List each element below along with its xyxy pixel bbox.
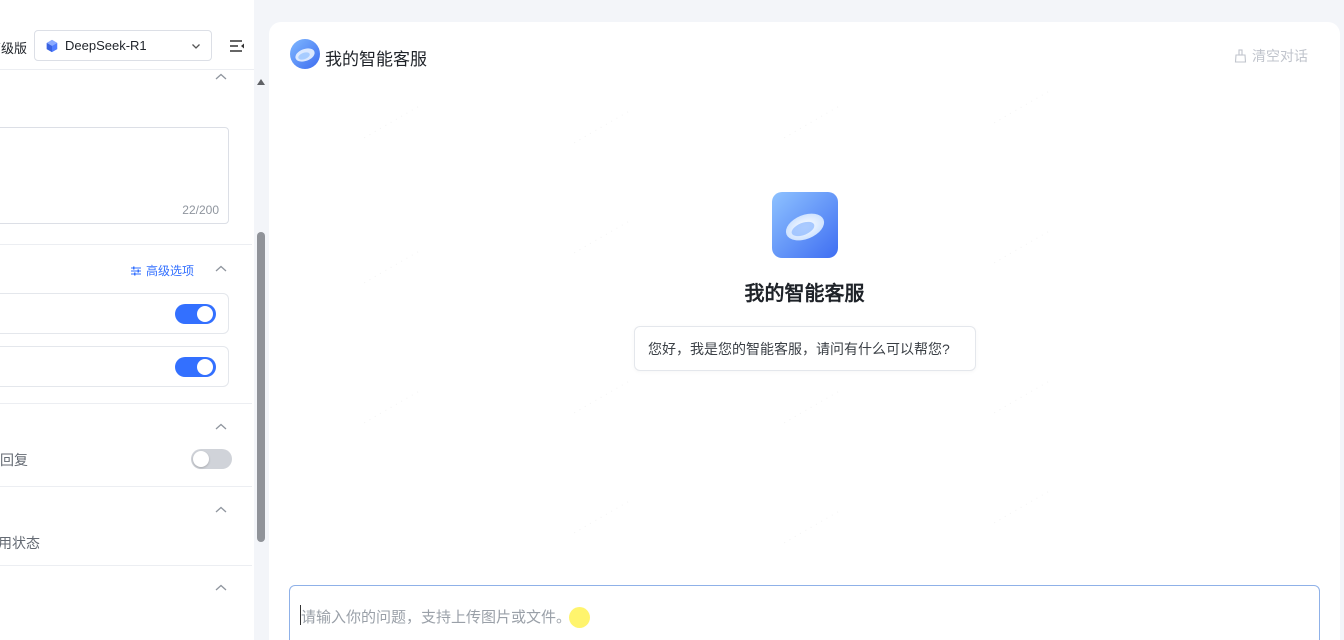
scrollbar-thumb[interactable] (257, 232, 265, 542)
chat-input[interactable]: 请输入你的问题，支持上传图片或文件。 (289, 585, 1320, 640)
collapse-section-icon[interactable] (214, 264, 228, 274)
chat-input-placeholder: 请输入你的问题，支持上传图片或文件。 (301, 609, 572, 626)
collapse-section-icon[interactable] (214, 505, 228, 515)
chat-title: 我的智能客服 (325, 50, 427, 69)
clear-chat-label: 清空对话 (1252, 48, 1308, 64)
chat-panel: · · · · · · · · · · · · · · · · · · · · … (269, 22, 1340, 640)
prompt-textarea[interactable]: 22/200 (0, 127, 229, 224)
edition-label: 高级版 (0, 41, 28, 56)
broom-icon (1234, 49, 1247, 63)
option-card-2 (0, 346, 229, 387)
char-counter: 22/200 (182, 203, 219, 217)
greeting-message: 您好，我是您的智能客服，请问有什么可以帮您? (634, 326, 976, 371)
clear-chat-button[interactable]: 清空对话 (1234, 46, 1308, 66)
collapse-section-icon[interactable] (214, 422, 228, 432)
config-topbar: 高级版 DeepSeek-R1 (0, 0, 254, 70)
chevron-down-icon (192, 44, 200, 49)
divider (0, 565, 252, 566)
toggle-knob (197, 306, 213, 322)
welcome-title: 我的智能客服 (744, 283, 865, 305)
collapse-section-icon[interactable] (214, 583, 228, 593)
toggle-knob (197, 359, 213, 375)
divider (0, 403, 252, 404)
collapse-panel-icon[interactable] (228, 37, 246, 55)
scroll-up-arrow-icon[interactable] (257, 79, 265, 85)
option-1-toggle[interactable] (175, 304, 216, 324)
advanced-options-button[interactable]: 高级选项 (130, 262, 194, 279)
reply-label: 回复 (0, 452, 28, 468)
option-card-1 (0, 293, 229, 334)
model-cube-icon (46, 39, 58, 52)
divider (0, 244, 252, 245)
sliders-icon (131, 266, 141, 275)
divider (0, 486, 252, 487)
mouse-cursor-highlight (569, 607, 590, 628)
model-select[interactable]: DeepSeek-R1 (34, 30, 212, 61)
assistant-avatar-icon (772, 192, 838, 258)
assistant-logo-icon (290, 39, 320, 69)
config-panel: 高级版 DeepSeek-R1 22/200 高 (0, 0, 254, 640)
advanced-options-label: 高级选项 (146, 264, 195, 278)
reply-toggle[interactable] (191, 449, 232, 469)
option-2-toggle[interactable] (175, 357, 216, 377)
collapse-section-icon[interactable] (214, 72, 228, 82)
status-label: 用状态 (0, 535, 40, 551)
toggle-knob (193, 451, 209, 467)
model-name: DeepSeek-R1 (65, 38, 147, 53)
